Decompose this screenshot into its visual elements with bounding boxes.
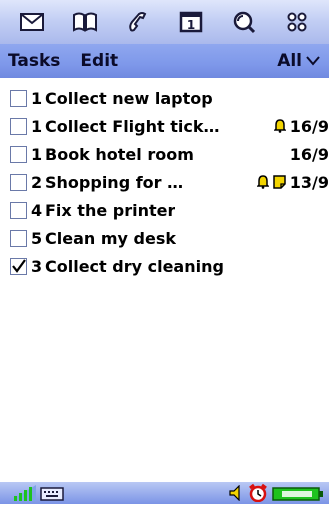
alarm-clock-icon[interactable] [247,483,269,506]
task-row[interactable]: 3 Collect dry cleaning [0,252,329,280]
task-priority: 2 [31,172,43,192]
task-title: Fix the printer [45,200,176,220]
task-priority: 3 [31,256,43,276]
task-title: Collect Flight tick… [45,116,220,136]
task-priority: 5 [31,228,43,248]
task-checkbox[interactable] [10,145,27,163]
calendar-icon[interactable]: 1 [176,7,206,37]
mail-icon[interactable] [17,7,47,37]
task-row[interactable]: 1 Book hotel room 16/9 [0,140,329,168]
checkmark-icon [12,258,26,273]
task-checkbox[interactable] [10,117,27,135]
speaker-icon[interactable] [228,484,244,505]
signal-strength-icon [10,485,36,505]
menu-bar: Tasks Edit All [0,44,329,78]
task-row[interactable]: 2 Shopping for … 13/9 [0,168,329,196]
alarm-bell-icon [256,175,269,189]
task-title: Book hotel room [45,144,194,164]
task-list: 1 Collect new laptop 1 Collect Flight ti… [0,84,329,280]
task-row[interactable]: 1 Collect Flight tick… 16/9 [0,112,329,140]
task-priority: 1 [31,88,43,108]
task-checkbox[interactable] [10,201,27,219]
task-row[interactable]: 5 Clean my desk [0,224,329,252]
task-priority: 1 [31,116,43,136]
status-bar [0,482,329,504]
tasks-menu[interactable]: Tasks [0,51,60,71]
task-due-date: 13/9 [289,172,329,192]
task-checkbox[interactable] [10,173,27,191]
calendar-day: 1 [187,18,195,32]
task-title: Clean my desk [45,228,176,248]
filter-dropdown[interactable]: All [277,51,329,71]
task-due-date: 16/9 [289,116,329,136]
chevron-down-icon [306,56,320,66]
alarm-bell-icon [273,119,286,133]
filter-label: All [277,51,302,71]
search-icon[interactable] [229,7,259,37]
task-checkbox[interactable] [10,89,27,107]
battery-icon [272,486,324,505]
task-priority: 1 [31,144,43,164]
note-icon [273,175,286,189]
task-title: Shopping for … [45,172,184,192]
task-due-date: 16/9 [289,144,329,164]
app-launcher-bar: 1 [0,0,329,44]
task-title: Collect dry cleaning [45,256,224,276]
apps-grid-icon[interactable] [282,7,312,37]
phone-icon[interactable] [123,7,153,37]
task-title: Collect new laptop [45,88,213,108]
task-checkbox-checked[interactable] [10,257,27,275]
task-priority: 4 [31,200,43,220]
task-row[interactable]: 4 Fix the printer [0,196,329,224]
task-checkbox[interactable] [10,229,27,247]
keyboard-icon[interactable] [40,486,64,505]
task-row[interactable]: 1 Collect new laptop [0,84,329,112]
contacts-book-icon[interactable] [70,7,100,37]
edit-menu[interactable]: Edit [60,51,118,71]
